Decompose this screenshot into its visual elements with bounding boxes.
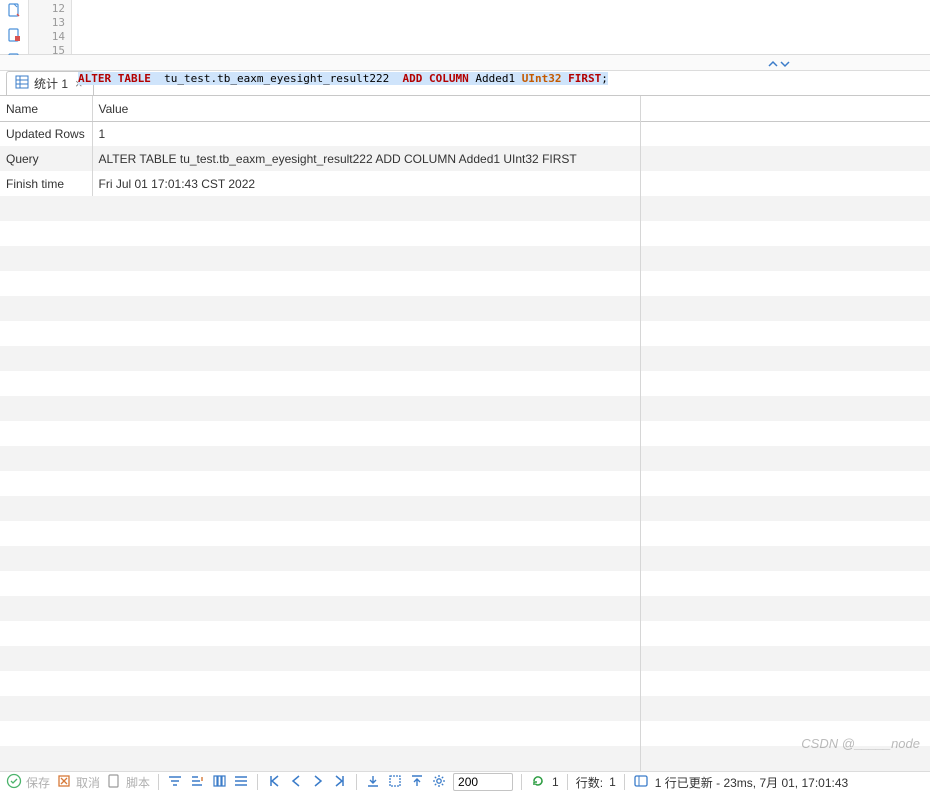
status-bar: 保存 取消 脚本 1 行数: 1 1 行已更新 - 23 (0, 772, 930, 792)
import-icon[interactable] (365, 773, 381, 792)
refresh-count: 1 (552, 775, 559, 789)
nav-last-icon[interactable] (332, 773, 348, 792)
fetch-size-input[interactable] (453, 773, 513, 791)
table-row[interactable]: Query ALTER TABLE tu_test.tb_eaxm_eyesig… (0, 146, 930, 171)
export-icon[interactable] (409, 773, 425, 792)
table-header-row: Name Value (0, 96, 930, 121)
nav-prev-icon[interactable] (288, 773, 304, 792)
sort-icon[interactable] (189, 773, 205, 792)
column-header-name[interactable]: Name (0, 96, 92, 121)
nav-first-icon[interactable] (266, 773, 282, 792)
line-numbers: 12 13 14 15 (28, 0, 72, 54)
filter-icon[interactable] (167, 773, 183, 792)
cancel-label: 取消 (76, 774, 100, 791)
select-icon[interactable] (387, 773, 403, 792)
chevron-down-icon[interactable] (780, 58, 790, 68)
editor-gutter (0, 0, 28, 54)
gear-icon[interactable] (431, 773, 447, 792)
columns-icon[interactable] (211, 773, 227, 792)
info-icon[interactable] (633, 773, 649, 792)
sql-editor[interactable]: 12 13 14 15 ALTER TABLE tu_test.tb_eaxm_… (0, 0, 930, 55)
tab-label: 统计 1 (34, 75, 68, 92)
grid-icon (15, 75, 29, 92)
save-label: 保存 (26, 774, 50, 791)
cancel-icon[interactable] (56, 773, 72, 792)
refresh-icon[interactable] (530, 773, 546, 792)
status-message: 1 行已更新 - 23ms, 7月 01, 17:01:43 (655, 774, 848, 791)
save-icon[interactable] (6, 773, 22, 792)
script-icon[interactable] (106, 773, 122, 792)
code-area[interactable]: ALTER TABLE tu_test.tb_eaxm_eyesight_res… (72, 0, 930, 54)
chevron-up-icon[interactable] (768, 58, 778, 68)
layout-icon[interactable] (233, 773, 249, 792)
nav-next-icon[interactable] (310, 773, 326, 792)
empty-rows (0, 196, 930, 771)
script-error-icon[interactable] (6, 27, 22, 46)
pane-splitter[interactable] (0, 55, 930, 71)
column-header-value[interactable]: Value (92, 96, 930, 121)
rows-value: 1 (609, 775, 616, 789)
table-row[interactable]: Updated Rows 1 (0, 121, 930, 146)
rows-label: 行数: (576, 774, 603, 791)
script-label: 脚本 (126, 774, 150, 791)
table-row[interactable]: Finish time Fri Jul 01 17:01:43 CST 2022 (0, 171, 930, 196)
script-icon[interactable] (6, 2, 22, 21)
results-grid[interactable]: Name Value Updated Rows 1 Query ALTER TA… (0, 96, 930, 772)
